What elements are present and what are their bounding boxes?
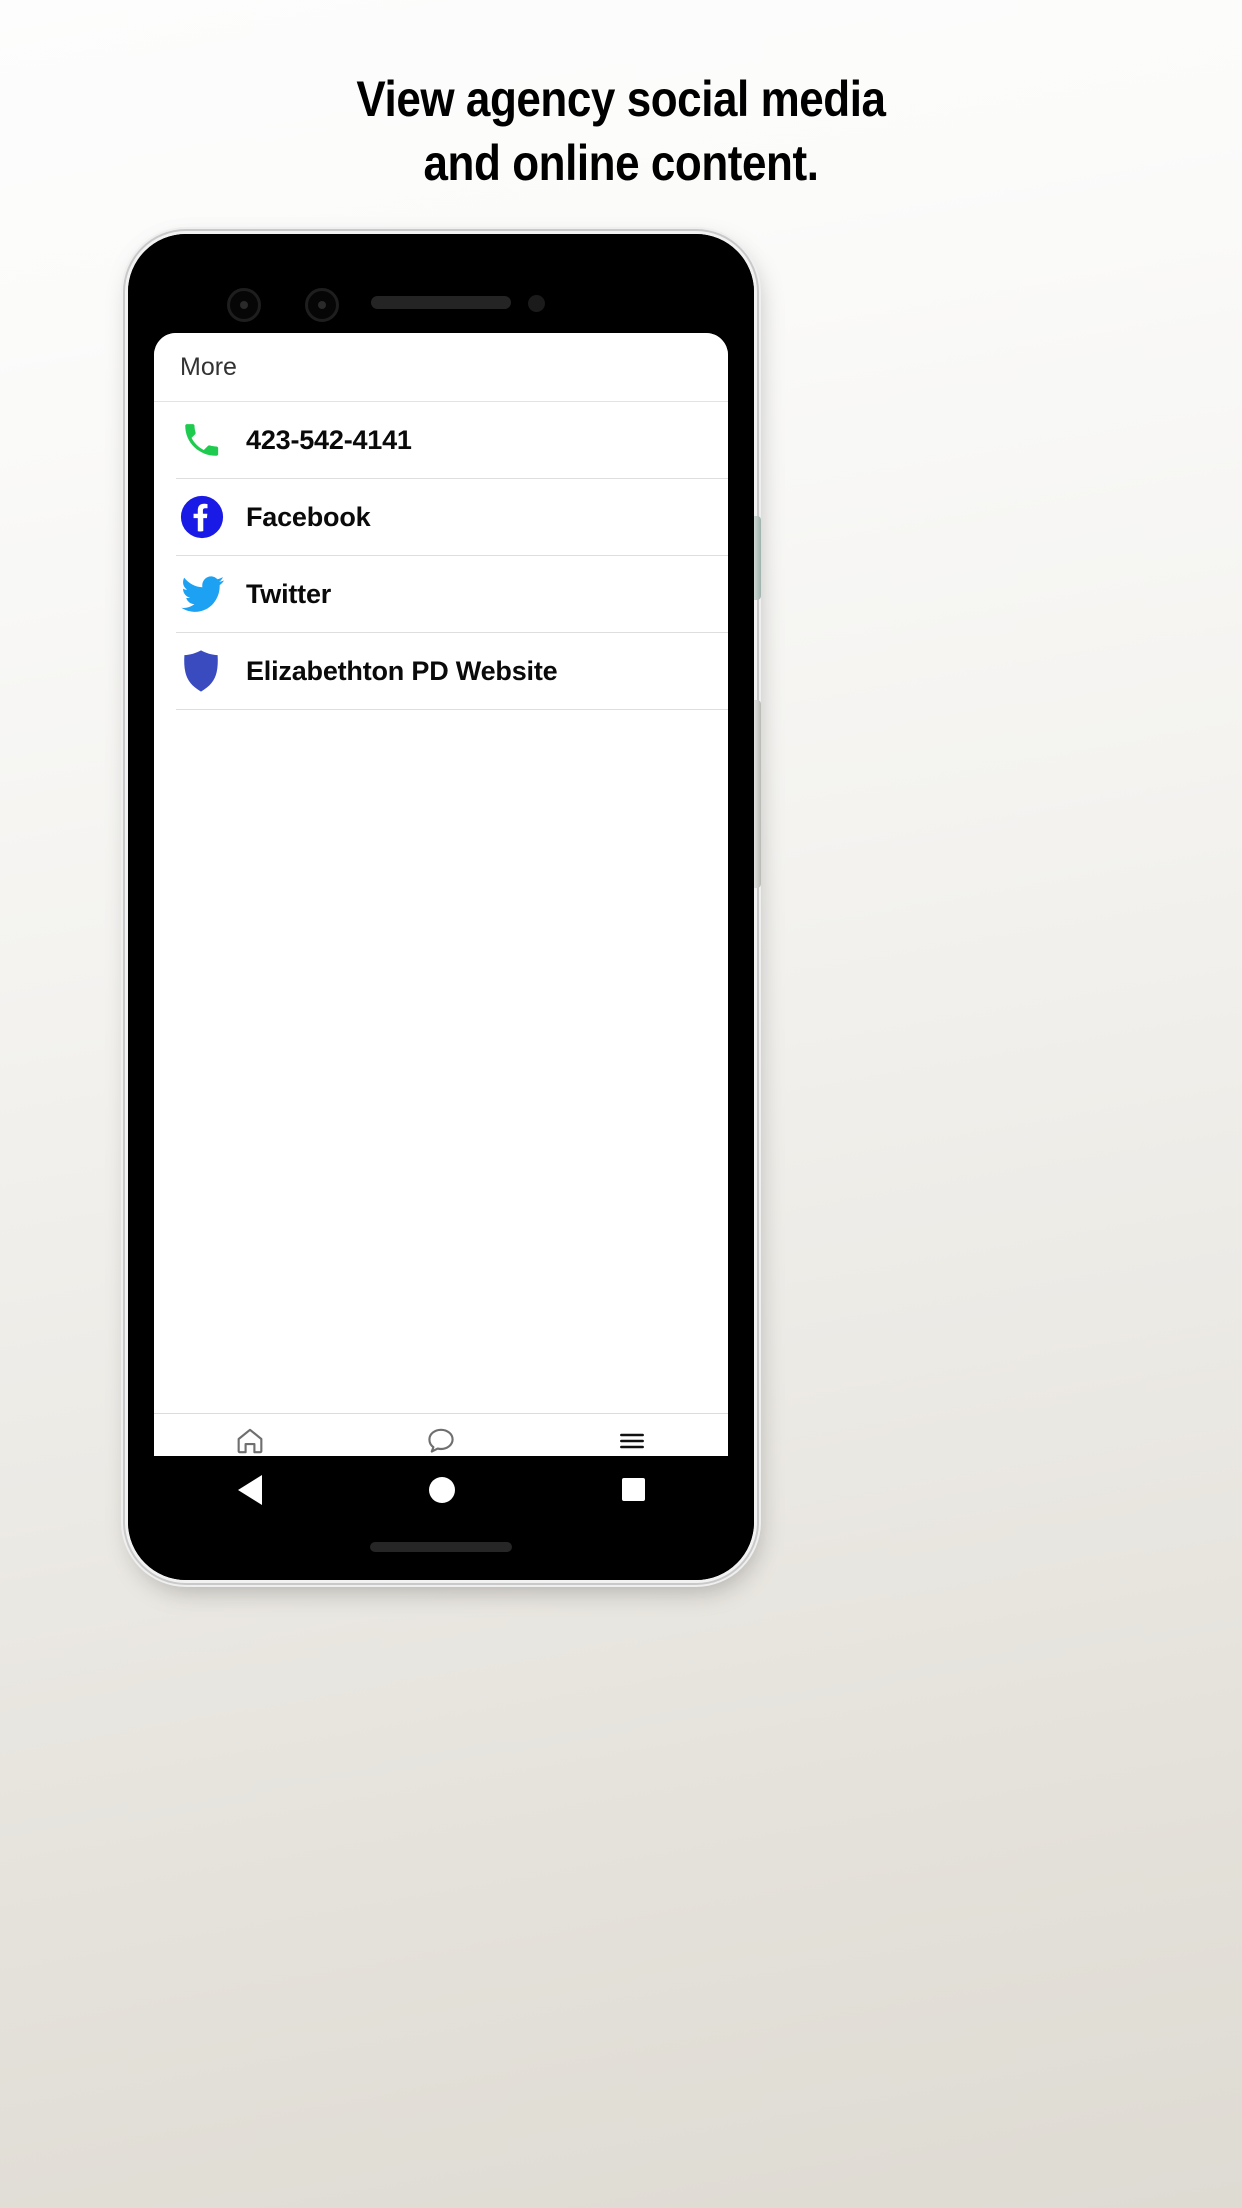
- list-item-label: 423-542-4141: [246, 424, 412, 455]
- list-item-phone[interactable]: 423-542-4141: [176, 402, 728, 479]
- bottom-speaker-slot: [370, 1542, 512, 1552]
- phone-icon: [176, 419, 246, 461]
- app-screen: More 423-542-4141 Facebook Twitter Eliza…: [154, 333, 728, 1494]
- list-item-label: Facebook: [246, 501, 371, 532]
- app-header: More: [154, 333, 728, 402]
- shield-icon: [176, 648, 246, 694]
- facebook-icon: [176, 495, 246, 539]
- home-icon: [234, 1425, 266, 1457]
- twitter-icon: [176, 571, 246, 617]
- hamburger-menu-icon: [616, 1425, 648, 1457]
- list-item-website[interactable]: Elizabethton PD Website: [176, 633, 728, 710]
- front-camera-secondary-icon: [305, 288, 339, 322]
- list-item-label: Twitter: [246, 578, 332, 609]
- app-header-title: More: [180, 352, 237, 381]
- volume-button[interactable]: [754, 700, 761, 888]
- android-system-nav-bar: [154, 1456, 728, 1523]
- list-item-label: Elizabethton PD Website: [246, 655, 558, 686]
- recents-square-icon[interactable]: [621, 1478, 645, 1501]
- list-item-facebook[interactable]: Facebook: [176, 479, 728, 556]
- headline-line-1: View agency social media: [356, 71, 886, 127]
- front-camera-icon: [227, 288, 261, 322]
- list-item-twitter[interactable]: Twitter: [176, 556, 728, 633]
- more-options-list: 423-542-4141 Facebook Twitter Elizabetht…: [154, 402, 728, 1413]
- phone-device-mockup: More 423-542-4141 Facebook Twitter Eliza…: [128, 234, 754, 1580]
- proximity-sensor-icon: [528, 295, 545, 312]
- screenshot-stage: View agency social media and online cont…: [0, 0, 1242, 2208]
- headline-line-2: and online content.: [423, 135, 819, 191]
- page-title: View agency social media and online cont…: [75, 74, 1168, 188]
- earpiece-speaker: [371, 296, 511, 309]
- home-circle-icon[interactable]: [428, 1476, 455, 1503]
- back-triangle-icon[interactable]: [237, 1474, 262, 1505]
- phone-body: More 423-542-4141 Facebook Twitter Eliza…: [128, 234, 754, 1580]
- chat-bubble-icon: [425, 1425, 457, 1457]
- power-button[interactable]: [754, 516, 761, 600]
- phone-sensor-row: [128, 282, 754, 322]
